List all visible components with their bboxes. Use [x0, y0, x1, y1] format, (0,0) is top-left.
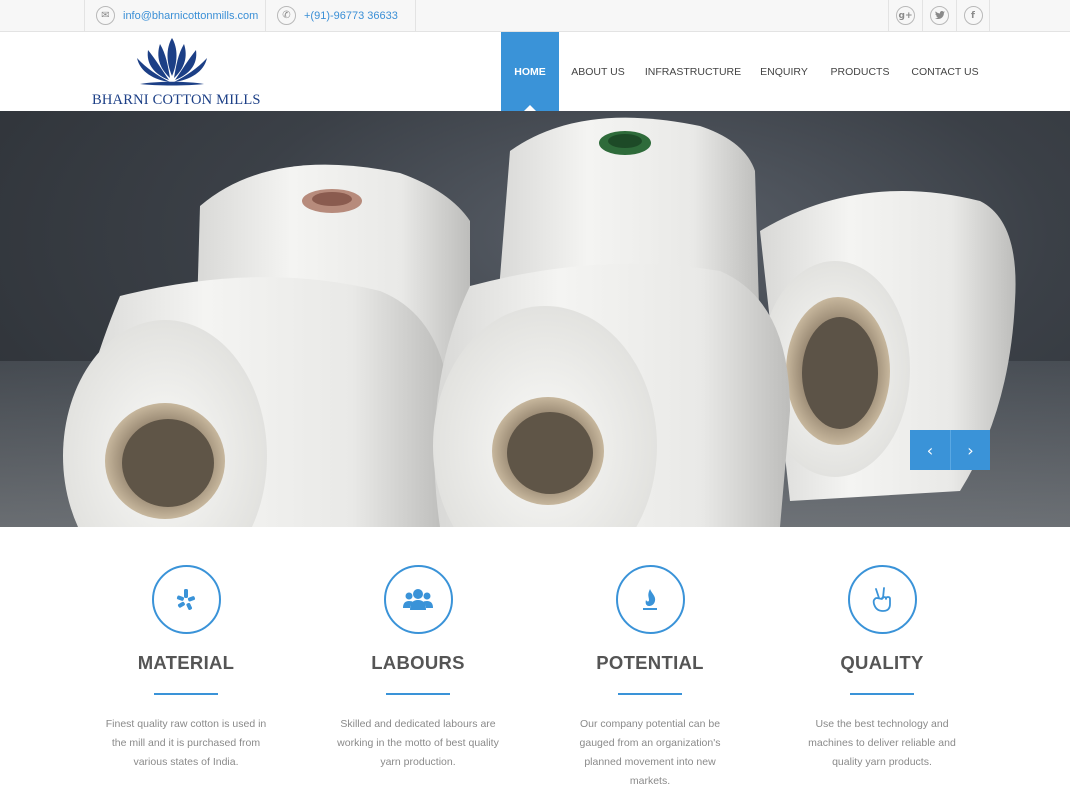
feature-title: MATERIAL [137, 652, 235, 673]
email-link[interactable]: info@bharnicottonmills.com [123, 10, 258, 22]
divider [850, 693, 914, 695]
hero-slider: ‹ › [0, 111, 1070, 527]
divider [154, 693, 218, 695]
phone-contact[interactable]: ✆ +(91)-96773 36633 [265, 0, 415, 31]
site-logo[interactable]: BHARNI COTTON MILLS [92, 36, 260, 108]
feature-title: LABOURS [371, 652, 465, 673]
feature-description: Our company potential can be gauged from… [579, 718, 721, 787]
chevron-left-icon: ‹ [926, 440, 934, 460]
email-contact[interactable]: ✉ info@bharnicottonmills.com [84, 0, 265, 31]
hand-peace-icon [847, 565, 917, 634]
top-contact-bar: ✉ info@bharnicottonmills.com ✆ +(91)-967… [0, 0, 1070, 32]
google-plus-icon: g+ [896, 6, 915, 25]
facebook-icon: f [963, 6, 983, 25]
feature-title: POTENTIAL [596, 652, 704, 673]
nav-item-about-us[interactable]: ABOUT US [568, 32, 628, 111]
nav-item-contact-us[interactable]: CONTACT US [909, 32, 981, 111]
fire-icon [615, 565, 685, 634]
slider-prev-button[interactable]: ‹ [910, 430, 950, 470]
facebook-link[interactable]: f [956, 0, 990, 31]
feature-title: QUALITY [840, 652, 924, 673]
google-plus-link[interactable]: g+ [888, 0, 922, 31]
brand-name: BHARNI COTTON MILLS [92, 92, 261, 108]
slider-controls: ‹ › [910, 430, 990, 470]
chevron-right-icon: › [967, 440, 974, 460]
feature-material: MATERIAL Finest quality raw cotton is us… [86, 565, 286, 772]
users-icon [383, 565, 453, 634]
twitter-link[interactable] [922, 0, 956, 31]
yelp-icon [151, 565, 221, 634]
divider [618, 693, 682, 695]
mail-icon: ✉ [96, 6, 115, 25]
lotus-logo-icon [137, 38, 207, 86]
divider [415, 0, 416, 31]
nav-item-enquiry[interactable]: ENQUIRY [756, 32, 812, 111]
nav-item-home[interactable]: HOME [501, 32, 559, 111]
phone-link[interactable]: +(91)-96773 36633 [304, 10, 398, 22]
nav-item-products[interactable]: PRODUCTS [829, 32, 891, 111]
feature-description: Use the best technology and machines to … [808, 718, 956, 768]
site-header: BHARNI COTTON MILLS HOME ABOUT US INFRAS… [0, 32, 1070, 111]
whatsapp-icon: ✆ [277, 6, 296, 25]
feature-description: Skilled and dedicated labours are workin… [337, 718, 499, 768]
feature-quality: QUALITY Use the best technology and mach… [782, 565, 982, 772]
nav-item-infrastructure[interactable]: INFRASTRUCTURE [645, 32, 741, 111]
twitter-icon [930, 6, 949, 25]
divider [386, 693, 450, 695]
feature-labours: LABOURS Skilled and dedicated labours ar… [318, 565, 518, 772]
feature-description: Finest quality raw cotton is used in the… [105, 718, 267, 768]
slider-next-button[interactable]: › [950, 430, 990, 470]
feature-potential: POTENTIAL Our company potential can be g… [550, 565, 750, 791]
